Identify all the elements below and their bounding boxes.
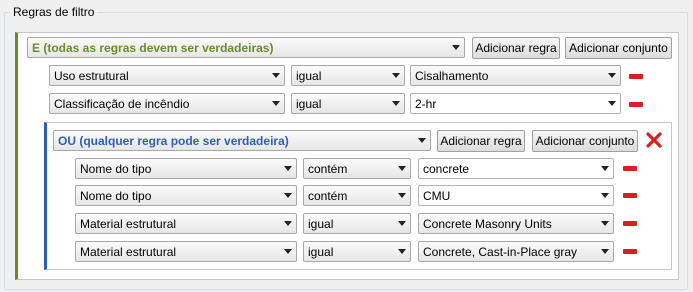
- chevron-down-icon: [272, 101, 280, 106]
- or-rule-3-value-dropdown[interactable]: Concrete Masonry Units: [418, 213, 614, 234]
- or-rule-2-parameter: Nome do tipo: [80, 188, 152, 203]
- or-add-rule-button[interactable]: Adicionar regra: [437, 130, 525, 152]
- chevron-down-icon: [398, 166, 406, 171]
- or-rule-3-operator-dropdown[interactable]: igual: [303, 213, 411, 234]
- chevron-down-icon: [601, 193, 609, 198]
- groupbox-title: Regras de filtro: [10, 5, 98, 19]
- and-rule-2-operator-dropdown[interactable]: igual: [291, 93, 405, 114]
- and-set-type-dropdown[interactable]: E (todas as regras devem ser verdadeiras…: [27, 37, 465, 58]
- and-rule-2-parameter-dropdown[interactable]: Classificação de incêndio: [49, 93, 285, 114]
- chevron-down-icon: [601, 166, 609, 171]
- chevron-down-icon: [608, 73, 616, 78]
- chevron-down-icon: [284, 166, 292, 171]
- chevron-down-icon: [452, 45, 460, 50]
- minus-icon[interactable]: [623, 166, 637, 171]
- and-rule-1-operator-dropdown[interactable]: igual: [291, 65, 405, 86]
- and-rule-1-value: Cisalhamento: [415, 68, 489, 83]
- or-rule-2-operator: contém: [308, 188, 348, 203]
- chevron-down-icon: [272, 73, 280, 78]
- chevron-down-icon: [398, 193, 406, 198]
- or-rule-1-parameter: Nome do tipo: [80, 161, 152, 176]
- or-rule-1-operator: contém: [308, 161, 348, 176]
- or-rule-3-parameter-dropdown[interactable]: Material estrutural: [75, 213, 297, 234]
- and-rule-2-value-dropdown[interactable]: 2-hr: [410, 93, 621, 114]
- chevron-down-icon: [601, 249, 609, 254]
- or-rule-2-value: CMU: [423, 188, 451, 203]
- minus-icon[interactable]: [629, 102, 643, 107]
- chevron-down-icon: [284, 221, 292, 226]
- and-rule-2-parameter: Classificação de incêndio: [54, 96, 190, 111]
- or-rule-3-operator: igual: [308, 216, 334, 231]
- chevron-down-icon: [601, 221, 609, 226]
- and-rule-2-operator: igual: [296, 96, 322, 111]
- chevron-down-icon: [392, 73, 400, 78]
- or-rule-4-parameter: Material estrutural: [80, 244, 177, 259]
- and-add-set-button[interactable]: Adicionar conjunto: [565, 37, 672, 59]
- close-x-icon[interactable]: [645, 131, 663, 149]
- or-rule-2-value-dropdown[interactable]: CMU: [418, 185, 614, 206]
- or-rule-4-operator-dropdown[interactable]: igual: [303, 241, 411, 262]
- chevron-down-icon: [418, 138, 426, 143]
- or-set-type-dropdown[interactable]: OU (qualquer regra pode ser verdadeira): [53, 130, 431, 151]
- or-rule-2-operator-dropdown[interactable]: contém: [303, 185, 411, 206]
- chevron-down-icon: [284, 249, 292, 254]
- or-rule-4-parameter-dropdown[interactable]: Material estrutural: [75, 241, 297, 262]
- and-set-type-label: E (todas as regras devem ser verdadeiras…: [32, 40, 274, 55]
- chevron-down-icon: [398, 221, 406, 226]
- chevron-down-icon: [398, 249, 406, 254]
- minus-icon[interactable]: [623, 193, 637, 198]
- or-rule-4-value-dropdown[interactable]: Concrete, Cast-in-Place gray: [418, 241, 614, 262]
- chevron-down-icon: [392, 101, 400, 106]
- or-rule-4-operator: igual: [308, 244, 334, 259]
- or-rule-3-value: Concrete Masonry Units: [423, 216, 552, 231]
- and-rule-1-operator: igual: [296, 68, 322, 83]
- and-rule-1-parameter-dropdown[interactable]: Uso estrutural: [49, 65, 285, 86]
- and-add-rule-button[interactable]: Adicionar regra: [472, 37, 560, 59]
- or-rule-1-value-dropdown[interactable]: concrete: [418, 158, 614, 179]
- or-rule-1-parameter-dropdown[interactable]: Nome do tipo: [75, 158, 297, 179]
- and-rule-1-parameter: Uso estrutural: [54, 68, 129, 83]
- minus-icon[interactable]: [623, 249, 637, 254]
- or-add-set-button[interactable]: Adicionar conjunto: [532, 130, 638, 152]
- minus-icon[interactable]: [629, 74, 643, 79]
- chevron-down-icon: [284, 193, 292, 198]
- minus-icon[interactable]: [623, 221, 637, 226]
- or-rule-1-operator-dropdown[interactable]: contém: [303, 158, 411, 179]
- or-rule-3-parameter: Material estrutural: [80, 216, 177, 231]
- chevron-down-icon: [608, 101, 616, 106]
- or-rule-4-value: Concrete, Cast-in-Place gray: [423, 244, 578, 259]
- and-rule-1-value-dropdown[interactable]: Cisalhamento: [410, 65, 621, 86]
- and-rule-2-value: 2-hr: [415, 96, 437, 111]
- or-rule-2-parameter-dropdown[interactable]: Nome do tipo: [75, 185, 297, 206]
- or-set-type-label: OU (qualquer regra pode ser verdadeira): [58, 133, 289, 148]
- or-rule-1-value: concrete: [423, 161, 470, 176]
